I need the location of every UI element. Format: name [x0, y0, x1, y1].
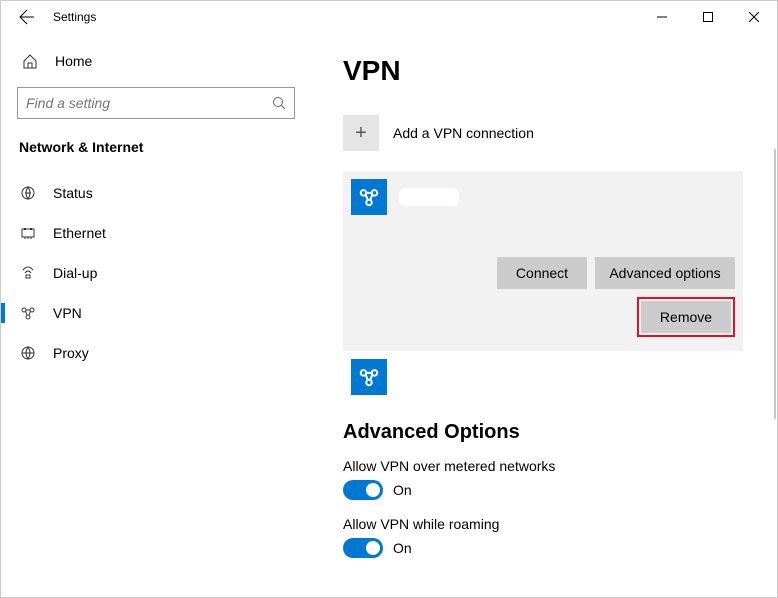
titlebar: Settings	[1, 1, 777, 33]
home-link[interactable]: Home	[17, 45, 295, 77]
roaming-state: On	[393, 540, 412, 556]
sidebar-item-label: Dial-up	[53, 265, 97, 281]
vpn-icon	[19, 305, 37, 321]
advanced-options-heading: Advanced Options	[343, 421, 759, 444]
arrow-left-icon	[19, 9, 35, 25]
advanced-options-button[interactable]: Advanced options	[595, 257, 735, 289]
page-title: VPN	[343, 55, 759, 87]
sidebar-item-status[interactable]: Status	[1, 173, 295, 213]
minimize-button[interactable]	[639, 1, 685, 33]
sidebar: Home Network & Internet Status Ethernet	[1, 33, 311, 597]
plus-icon: +	[343, 115, 379, 151]
metered-label: Allow VPN over metered networks	[343, 458, 759, 474]
proxy-icon	[19, 345, 37, 361]
status-icon	[19, 185, 37, 201]
add-vpn-row[interactable]: + Add a VPN connection	[343, 115, 759, 151]
search-input[interactable]	[26, 95, 272, 111]
sidebar-item-dialup[interactable]: Dial-up	[1, 253, 295, 293]
vpn-entry-selected[interactable]: Connect Advanced options Remove	[343, 171, 743, 351]
maximize-button[interactable]	[685, 1, 731, 33]
vpn-entry[interactable]	[351, 359, 759, 395]
vpn-connection-name	[399, 188, 459, 206]
add-vpn-label: Add a VPN connection	[393, 125, 534, 141]
sidebar-item-label: Ethernet	[53, 225, 106, 241]
ethernet-icon	[19, 225, 37, 241]
minimize-icon	[657, 12, 667, 22]
sidebar-item-proxy[interactable]: Proxy	[1, 333, 295, 373]
search-box[interactable]	[17, 87, 295, 119]
metered-toggle[interactable]	[343, 480, 383, 500]
scrollbar[interactable]	[774, 149, 776, 419]
remove-highlight: Remove	[637, 297, 735, 337]
sidebar-item-label: Proxy	[53, 345, 89, 361]
metered-state: On	[393, 482, 412, 498]
window-controls	[639, 1, 777, 33]
main-panel: VPN + Add a VPN connection Connect Advan…	[311, 33, 777, 597]
sidebar-item-vpn[interactable]: VPN	[1, 293, 295, 333]
roaming-label: Allow VPN while roaming	[343, 516, 759, 532]
search-icon	[272, 96, 286, 110]
sidebar-item-label: Status	[53, 185, 93, 201]
vpn-connection-icon	[351, 179, 387, 215]
sidebar-item-label: VPN	[53, 305, 82, 321]
home-label: Home	[55, 53, 92, 69]
roaming-toggle[interactable]	[343, 538, 383, 558]
window-title: Settings	[53, 10, 96, 24]
category-header: Network & Internet	[17, 139, 295, 155]
sidebar-item-ethernet[interactable]: Ethernet	[1, 213, 295, 253]
dialup-icon	[19, 265, 37, 281]
connect-button[interactable]: Connect	[497, 257, 587, 289]
maximize-icon	[703, 12, 713, 22]
close-button[interactable]	[731, 1, 777, 33]
remove-button[interactable]: Remove	[641, 301, 731, 333]
close-icon	[749, 12, 759, 22]
back-button[interactable]	[9, 1, 45, 33]
vpn-connection-icon	[351, 359, 387, 395]
home-icon	[21, 53, 39, 69]
